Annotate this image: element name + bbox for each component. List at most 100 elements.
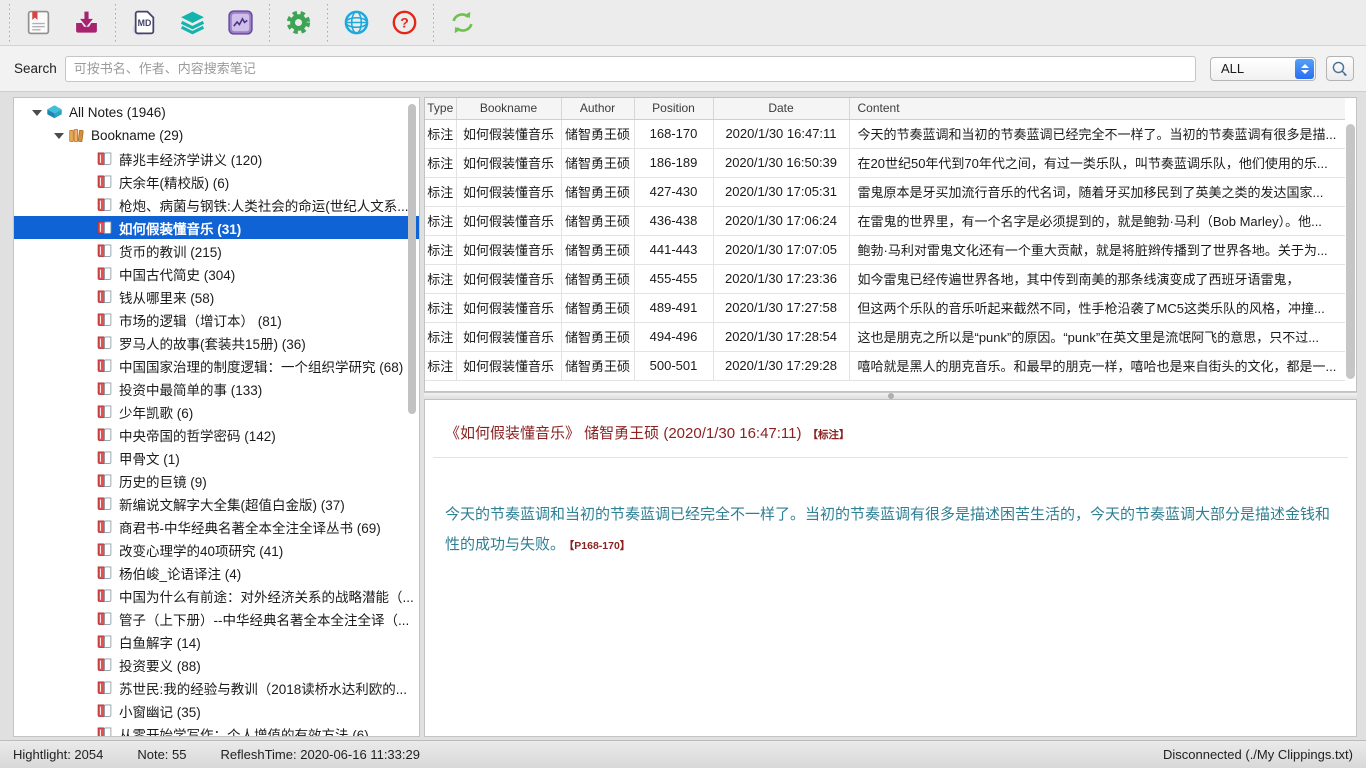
sidebar-book-item[interactable]: 如何假装懂音乐 (31) (14, 216, 419, 239)
sidebar-book-item[interactable]: 少年凯歌 (6) (14, 400, 419, 423)
app-window: MD ? Search ALL (0, 0, 1366, 768)
sidebar-book-item[interactable]: 商君书-中华经典名著全本全注全译丛书 (69) (14, 515, 419, 538)
chart-icon[interactable] (221, 4, 259, 42)
sidebar-book-item[interactable]: 历史的巨镜 (9) (14, 469, 419, 492)
sidebar-book-item[interactable]: 市场的逻辑（增订本） (81) (14, 308, 419, 331)
book-icon (96, 472, 113, 489)
table-header-row: Type Bookname Author Position Date Conte… (425, 98, 1345, 119)
sidebar-book-label: 投资要义 (88) (119, 655, 201, 675)
help-icon[interactable]: ? (385, 4, 423, 42)
splitter-handle[interactable] (424, 392, 1357, 400)
column-header-author[interactable]: Author (561, 98, 634, 119)
cell-author: 储智勇王硕 (561, 119, 634, 148)
search-bar: Search ALL (0, 46, 1366, 92)
sidebar-book-item[interactable]: 罗马人的故事(套装共15册) (36) (14, 331, 419, 354)
table-row[interactable]: 标注如何假装懂音乐储智勇王硕500-5012020/1/30 17:29:28嘻… (425, 351, 1345, 380)
column-header-type[interactable]: Type (425, 98, 456, 119)
sidebar-book-item[interactable]: 甲骨文 (1) (14, 446, 419, 469)
sidebar-book-item[interactable]: 投资中最简单的事 (133) (14, 377, 419, 400)
column-header-date[interactable]: Date (713, 98, 849, 119)
bookname-group-icon (68, 127, 85, 144)
table-row[interactable]: 标注如何假装懂音乐储智勇王硕489-4912020/1/30 17:27:58但… (425, 293, 1345, 322)
book-icon (96, 495, 113, 512)
sidebar-book-label: 改变心理学的40项研究 (41) (119, 540, 283, 560)
sidebar-book-item[interactable]: 白鱼解字 (14) (14, 630, 419, 653)
sidebar-book-item[interactable]: 从零开始学写作：个人增值的有效方法 (6) (14, 722, 419, 737)
layers-icon[interactable] (173, 4, 211, 42)
sidebar-book-item[interactable]: 中国国家治理的制度逻辑：一个组织学研究 (68) (14, 354, 419, 377)
sidebar-book-item[interactable]: 钱从哪里来 (58) (14, 285, 419, 308)
markdown-file-icon[interactable]: MD (125, 4, 163, 42)
sync-icon[interactable] (443, 4, 481, 42)
sidebar-book-item[interactable]: 中国古代简史 (304) (14, 262, 419, 285)
cell-position: 441-443 (634, 235, 713, 264)
sidebar-book-item[interactable]: 庆余年(精校版) (6) (14, 170, 419, 193)
table-row[interactable]: 标注如何假装懂音乐储智勇王硕436-4382020/1/30 17:06:24在… (425, 206, 1345, 235)
notes-icon[interactable] (19, 4, 57, 42)
sidebar-book-label: 货币的教训 (215) (119, 241, 222, 261)
cell-position: 494-496 (634, 322, 713, 351)
sidebar-book-item[interactable]: 杨伯峻_论语译注 (4) (14, 561, 419, 584)
toolbar-separator (432, 4, 434, 42)
cell-author: 储智勇王硕 (561, 322, 634, 351)
settings-gear-icon[interactable] (279, 4, 317, 42)
sidebar-book-item[interactable]: 新编说文解字大全集(超值白金版) (37) (14, 492, 419, 515)
column-header-bookname[interactable]: Bookname (456, 98, 561, 119)
sidebar-book-label: 新编说文解字大全集(超值白金版) (37) (119, 494, 345, 514)
table-scrollbar[interactable] (1346, 124, 1355, 379)
import-icon[interactable] (67, 4, 105, 42)
splitter-dot-icon (888, 393, 894, 399)
search-button[interactable] (1326, 56, 1354, 81)
table-row[interactable]: 标注如何假装懂音乐储智勇王硕455-4552020/1/30 17:23:36如… (425, 264, 1345, 293)
sidebar-item-all-notes[interactable]: All Notes (1946) (14, 101, 419, 124)
toolbar-separator (326, 4, 328, 42)
detail-content: 今天的节奏蓝调和当初的节奏蓝调已经完全不一样了。当初的节奏蓝调有很多是描述困苦生… (445, 500, 1336, 561)
sidebar-book-item[interactable]: 小窗幽记 (35) (14, 699, 419, 722)
disclosure-triangle-icon[interactable] (52, 133, 65, 139)
cell-type: 标注 (425, 351, 456, 380)
cell-bookname: 如何假装懂音乐 (456, 235, 561, 264)
sidebar-book-label: 苏世民:我的经验与教训（2018读桥水达利欧的... (119, 678, 407, 698)
sidebar-book-label: 小窗幽记 (35) (119, 701, 201, 721)
sidebar-book-item[interactable]: 管子（上下册）--中华经典名著全本全注全译（... (14, 607, 419, 630)
detail-position-badge: 【P168-170】 (569, 540, 630, 552)
sidebar-book-label: 商君书-中华经典名著全本全注全译丛书 (69) (119, 517, 381, 537)
sidebar-book-item[interactable]: 改变心理学的40项研究 (41) (14, 538, 419, 561)
sidebar-book-item[interactable]: 投资要义 (88) (14, 653, 419, 676)
sidebar-scrollbar[interactable] (408, 104, 416, 414)
search-input[interactable] (65, 56, 1196, 82)
disclosure-triangle-icon[interactable] (30, 110, 43, 116)
cell-author: 储智勇王硕 (561, 206, 634, 235)
sidebar-book-item[interactable]: 薛兆丰经济学讲义 (120) (14, 147, 419, 170)
sidebar-book-item[interactable]: 中央帝国的哲学密码 (142) (14, 423, 419, 446)
cell-type: 标注 (425, 235, 456, 264)
book-icon (96, 541, 113, 558)
cell-date: 2020/1/30 17:05:31 (713, 177, 849, 206)
book-icon (96, 242, 113, 259)
table-row[interactable]: 标注如何假装懂音乐储智勇王硕168-1702020/1/30 16:47:11今… (425, 119, 1345, 148)
sidebar-book-item[interactable]: 枪炮、病菌与钢铁:人类社会的命运(世纪人文系... (14, 193, 419, 216)
book-icon (96, 265, 113, 282)
sidebar-book-item[interactable]: 苏世民:我的经验与教训（2018读桥水达利欧的... (14, 676, 419, 699)
globe-icon[interactable] (337, 4, 375, 42)
cell-content: 如今雷鬼已经传遍世界各地，其中传到南美的那条线演变成了西班牙语雷鬼， (849, 264, 1345, 293)
toolbar-separator (114, 4, 116, 42)
table-row[interactable]: 标注如何假装懂音乐储智勇王硕427-4302020/1/30 17:05:31雷… (425, 177, 1345, 206)
book-icon (96, 725, 113, 737)
book-icon (96, 288, 113, 305)
notes-table-panel: Type Bookname Author Position Date Conte… (424, 97, 1357, 392)
cell-date: 2020/1/30 16:50:39 (713, 148, 849, 177)
column-header-content[interactable]: Content (849, 98, 1345, 119)
table-row[interactable]: 标注如何假装懂音乐储智勇王硕441-4432020/1/30 17:07:05鲍… (425, 235, 1345, 264)
sidebar-book-item[interactable]: 中国为什么有前途：对外经济关系的战略潜能（... (14, 584, 419, 607)
connection-status: Disconnected (./My Clippings.txt) (1163, 747, 1353, 762)
sidebar-item-bookname[interactable]: Bookname (29) (14, 124, 419, 147)
filter-dropdown[interactable]: ALL (1210, 57, 1316, 81)
book-icon (96, 518, 113, 535)
column-header-position[interactable]: Position (634, 98, 713, 119)
sidebar-book-item[interactable]: 货币的教训 (215) (14, 239, 419, 262)
cell-content: 但这两个乐队的音乐听起来截然不同，性手枪沿袭了MC5这类乐队的风格，冲撞... (849, 293, 1345, 322)
table-row[interactable]: 标注如何假装懂音乐储智勇王硕186-1892020/1/30 16:50:39在… (425, 148, 1345, 177)
cell-author: 储智勇王硕 (561, 351, 634, 380)
table-row[interactable]: 标注如何假装懂音乐储智勇王硕494-4962020/1/30 17:28:54这… (425, 322, 1345, 351)
